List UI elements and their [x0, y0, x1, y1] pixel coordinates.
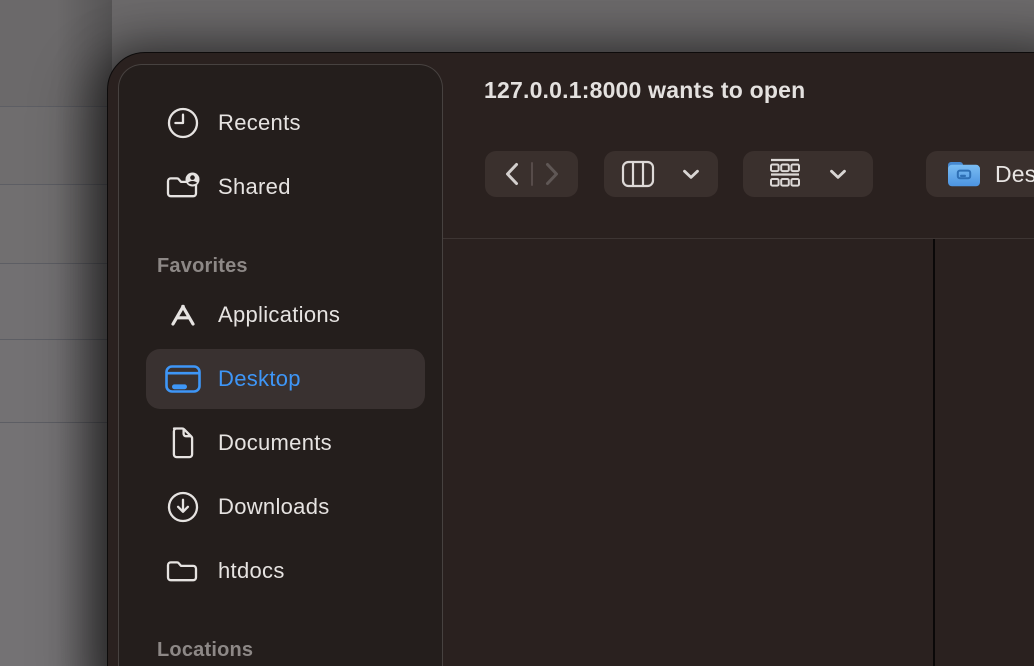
group-grid-icon — [768, 158, 802, 190]
sidebar-item-applications[interactable]: Applications — [146, 285, 425, 345]
sidebar-item-recents[interactable]: Recents — [146, 93, 425, 153]
browser-column-1[interactable] — [444, 239, 933, 666]
sidebar-item-desktop[interactable]: Desktop — [146, 349, 425, 409]
sidebar-section-header-favorites: Favorites — [157, 255, 248, 278]
screen: Recents Shared Favorites — [0, 0, 1034, 666]
back-button[interactable] — [502, 161, 522, 187]
sidebar-item-label: Desktop — [218, 366, 301, 392]
shared-folder-icon — [165, 169, 201, 205]
chevron-left-icon — [502, 161, 522, 187]
download-icon — [165, 489, 201, 525]
sidebar-item-label: Documents — [218, 430, 332, 456]
sidebar-section-header-locations: Locations — [157, 639, 253, 662]
sidebar-item-documents[interactable]: Documents — [146, 413, 425, 473]
sidebar-item-downloads[interactable]: Downloads — [146, 477, 425, 537]
app-store-icon — [165, 297, 201, 333]
column-view-icon — [621, 159, 655, 189]
toolbar-separator — [531, 162, 533, 186]
location-dropdown-button[interactable]: Desktop — [926, 151, 1034, 197]
sidebar-item-shared[interactable]: Shared — [146, 157, 425, 217]
sidebar-item-label: Shared — [218, 174, 291, 200]
document-icon — [165, 425, 201, 461]
sidebar-item-htdocs[interactable]: htdocs — [146, 541, 425, 601]
folder-icon — [165, 553, 201, 589]
chevron-down-icon — [681, 168, 701, 180]
sidebar: Recents Shared Favorites — [118, 64, 443, 666]
clock-icon — [165, 105, 201, 141]
sidebar-item-label: Downloads — [218, 494, 330, 520]
location-label: Desktop — [995, 161, 1034, 188]
file-open-dialog: Recents Shared Favorites — [107, 52, 1034, 666]
grouping-button[interactable] — [743, 151, 873, 197]
forward-button[interactable] — [542, 161, 562, 187]
dialog-title: 127.0.0.1:8000 wants to open — [484, 77, 805, 104]
nav-buttons-group — [485, 151, 578, 197]
blue-folder-icon — [946, 159, 982, 189]
browser-column-2[interactable] — [935, 239, 1034, 666]
chevron-down-icon — [828, 168, 848, 180]
sidebar-item-label: Recents — [218, 110, 301, 136]
desktop-icon — [165, 361, 201, 397]
view-mode-button[interactable] — [604, 151, 718, 197]
sidebar-item-label: htdocs — [218, 558, 285, 584]
chevron-right-icon — [542, 161, 562, 187]
sidebar-item-label: Applications — [218, 302, 340, 328]
